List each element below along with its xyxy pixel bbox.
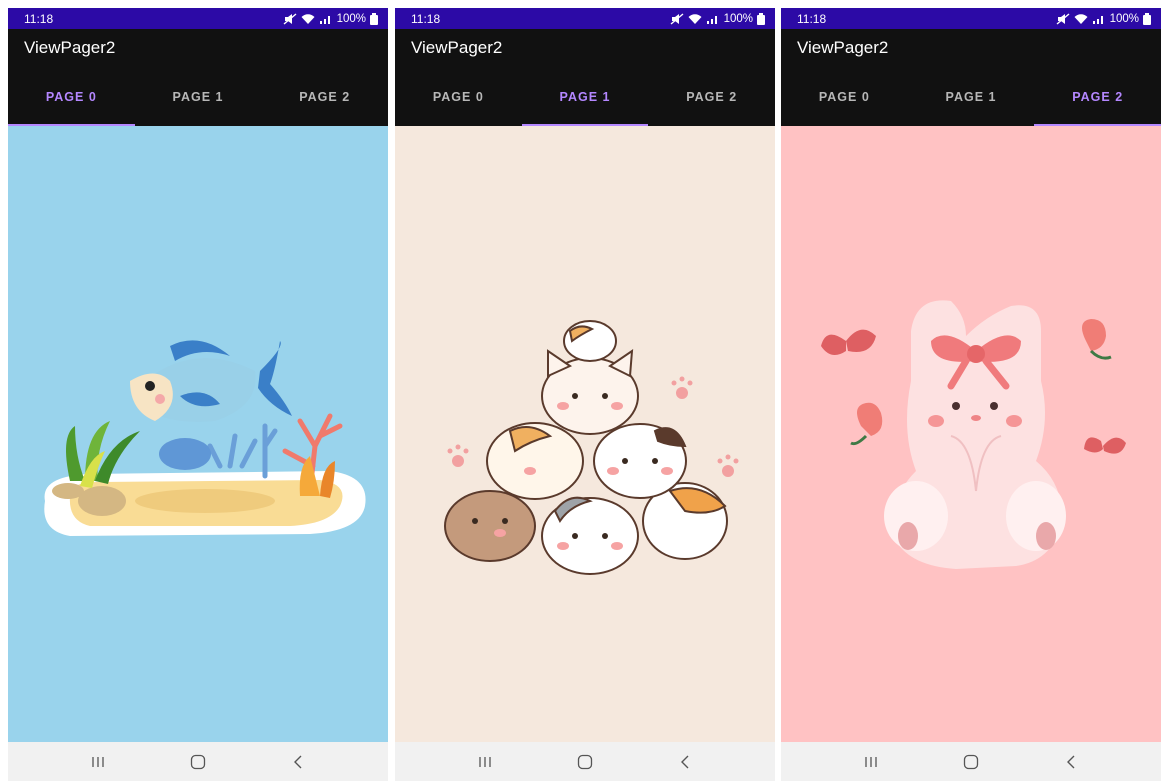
back-button[interactable]	[665, 747, 705, 777]
back-icon	[294, 755, 302, 768]
app-title: ViewPager2	[411, 38, 503, 57]
app-bar: ViewPager2	[395, 29, 775, 67]
tab-page-2[interactable]: PAGE 2	[1034, 67, 1161, 126]
recents-button[interactable]	[465, 747, 505, 777]
home-icon	[190, 754, 206, 769]
battery-icon	[370, 12, 378, 25]
tab-layout: PAGE 0 PAGE 1 PAGE 2	[395, 67, 775, 126]
mute-icon	[1056, 12, 1070, 25]
phone-screen-page-1: 11:18 100% ViewPager2 PAGE 0 PAGE 1 PAGE…	[395, 8, 775, 781]
home-icon	[577, 754, 593, 769]
phone-screen-page-0: 11:18 100% ViewPager2 PAGE 0 PAGE 1 PAGE…	[8, 8, 388, 781]
tab-layout: PAGE 0 PAGE 1 PAGE 2	[8, 67, 388, 126]
signal-icon	[319, 15, 330, 24]
tab-page-0[interactable]: PAGE 0	[8, 67, 135, 126]
battery-icon	[757, 12, 765, 25]
bunny-with-bow-illustration	[821, 300, 1126, 569]
tab-page-1[interactable]: PAGE 1	[135, 67, 262, 126]
system-nav-bar	[8, 742, 388, 781]
status-bar: 11:18 100%	[781, 8, 1161, 29]
signal-icon	[1092, 15, 1103, 24]
app-title: ViewPager2	[797, 38, 889, 57]
fish-aquarium-illustration	[44, 340, 366, 536]
recents-icon	[479, 756, 491, 767]
battery-percent: 100%	[1109, 12, 1139, 25]
cat-pile-illustration	[444, 320, 739, 575]
home-icon	[963, 754, 979, 769]
phone-screen-page-2: 11:18 100% ViewPager2 PAGE 0 PAGE 1 PAGE…	[781, 8, 1161, 781]
tab-page-2[interactable]: PAGE 2	[648, 67, 775, 126]
tab-page-1[interactable]: PAGE 1	[521, 67, 649, 126]
recents-icon	[865, 756, 877, 767]
system-nav-bar	[781, 742, 1161, 781]
system-nav-bar	[395, 742, 775, 781]
tab-page-0[interactable]: PAGE 0	[781, 67, 908, 126]
home-button[interactable]	[951, 747, 991, 777]
battery-icon	[1143, 12, 1151, 25]
battery-percent: 100%	[336, 12, 366, 25]
recents-button[interactable]	[851, 747, 891, 777]
wifi-icon	[688, 13, 702, 24]
status-time: 11:18	[411, 11, 441, 26]
home-button[interactable]	[178, 747, 218, 777]
app-title: ViewPager2	[24, 38, 116, 57]
signal-icon	[706, 15, 717, 24]
page-content[interactable]	[781, 126, 1161, 742]
status-bar: 11:18 100%	[395, 8, 775, 29]
home-button[interactable]	[565, 747, 605, 777]
tab-page-1[interactable]: PAGE 1	[908, 67, 1035, 126]
status-bar: 11:18 100%	[8, 8, 388, 29]
mute-icon	[283, 12, 297, 25]
tab-page-2[interactable]: PAGE 2	[261, 67, 388, 126]
tab-layout: PAGE 0 PAGE 1 PAGE 2	[781, 67, 1161, 126]
back-button[interactable]	[278, 747, 318, 777]
status-time: 11:18	[24, 11, 54, 26]
back-button[interactable]	[1051, 747, 1091, 777]
tab-page-0[interactable]: PAGE 0	[395, 67, 522, 126]
wifi-icon	[301, 13, 315, 24]
battery-percent: 100%	[723, 12, 753, 25]
recents-button[interactable]	[78, 747, 118, 777]
back-icon	[681, 755, 689, 768]
app-bar: ViewPager2	[8, 29, 388, 67]
recents-icon	[92, 756, 104, 767]
app-bar: ViewPager2	[781, 29, 1161, 67]
page-content[interactable]	[8, 126, 388, 742]
page-content[interactable]	[395, 126, 775, 742]
status-time: 11:18	[797, 11, 827, 26]
back-icon	[1067, 755, 1075, 768]
wifi-icon	[1074, 13, 1088, 24]
mute-icon	[670, 12, 684, 25]
